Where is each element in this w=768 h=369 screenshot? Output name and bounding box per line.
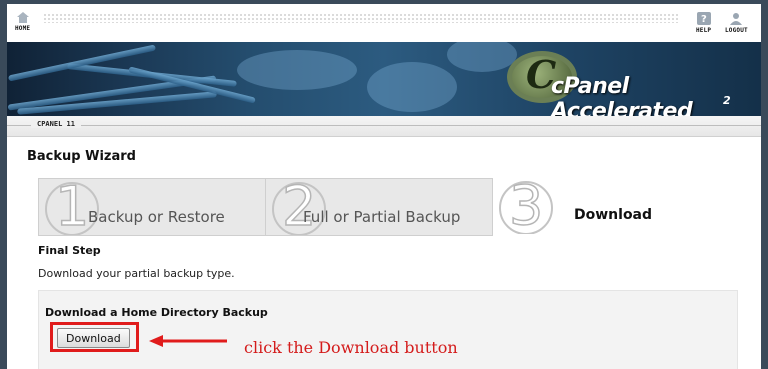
logo-suffix: Accelerated xyxy=(551,99,693,116)
home-icon xyxy=(16,12,29,23)
download-button[interactable]: Download xyxy=(57,328,130,348)
help-icon: ? xyxy=(696,12,711,25)
step-number: 3 xyxy=(508,178,544,234)
help-label: HELP xyxy=(696,27,712,34)
home-label: HOME xyxy=(15,25,31,32)
annotation-text: click the Download button xyxy=(244,338,458,357)
wizard-steps: 1 Backup or Restore 2 Full or Partial Ba… xyxy=(38,178,738,236)
banner-map-shape xyxy=(447,42,517,72)
download-section-title: Download a Home Directory Backup xyxy=(45,306,268,319)
step-label: Full or Partial Backup xyxy=(303,208,461,226)
step-number: 2 xyxy=(281,178,317,236)
final-step-description: Download your partial backup type. xyxy=(38,267,235,280)
home-button[interactable]: HOME xyxy=(15,12,30,32)
logout-button[interactable]: LOGOUT xyxy=(725,12,748,34)
logout-label: LOGOUT xyxy=(725,27,748,34)
breadcrumb-strip: CPANEL 11 xyxy=(7,116,761,137)
user-logout-icon xyxy=(730,13,743,25)
cpanel-banner: C cPanel Accelerated 2 xyxy=(7,42,761,116)
step-label: Download xyxy=(574,207,653,223)
page-title: Backup Wizard xyxy=(27,149,136,164)
step-label: Backup or Restore xyxy=(88,208,225,226)
banner-map-shape xyxy=(237,50,357,90)
step-number: 1 xyxy=(54,178,90,236)
step-download: 3 Download xyxy=(493,178,738,234)
top-nav: HOME ? HELP LOGOUT xyxy=(7,4,761,43)
help-button[interactable]: ? HELP xyxy=(696,12,711,34)
step-full-or-partial[interactable]: 2 Full or Partial Backup xyxy=(265,178,493,236)
cpanel-page: HOME ? HELP LOGOUT C cPanel Accelerated … xyxy=(7,4,761,369)
final-step-heading: Final Step xyxy=(38,244,101,257)
step-backup-or-restore[interactable]: 1 Backup or Restore xyxy=(38,178,266,236)
nav-dotted-divider xyxy=(43,13,679,23)
svg-text:?: ? xyxy=(701,14,707,25)
breadcrumb[interactable]: CPANEL 11 xyxy=(31,120,81,128)
banner-map-shape xyxy=(367,62,457,112)
download-section: Download a Home Directory Backup Downloa… xyxy=(38,290,738,369)
logo-version: 2 xyxy=(723,94,731,107)
annotation-arrow-icon xyxy=(149,335,227,347)
logo-prefix: cPanel xyxy=(551,74,629,99)
strip-divider xyxy=(7,125,761,126)
screenshot-frame: HOME ? HELP LOGOUT C cPanel Accelerated … xyxy=(0,0,768,369)
